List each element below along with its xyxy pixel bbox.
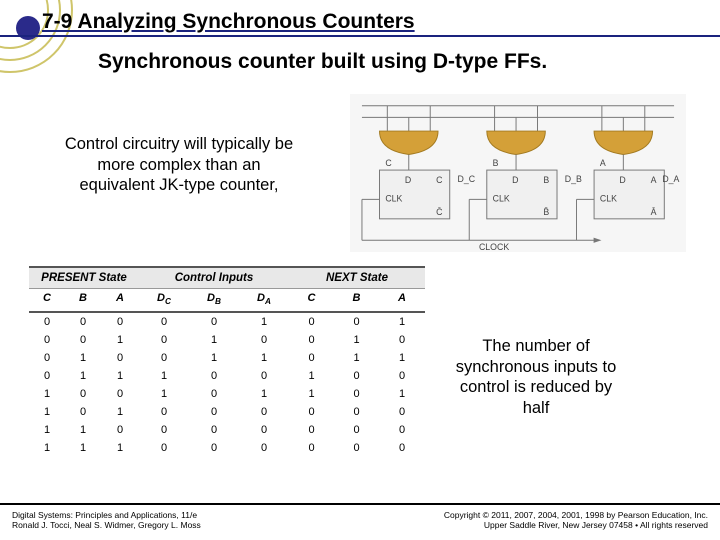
title-underline bbox=[0, 35, 720, 37]
svg-text:B: B bbox=[543, 175, 549, 185]
table-row: 100101101 bbox=[29, 385, 425, 403]
footer-divider bbox=[0, 503, 720, 505]
table-row: 001010010 bbox=[29, 331, 425, 349]
table-row: 110000000 bbox=[29, 421, 425, 439]
footer-copyright: Copyright © 2011, 2007, 2004, 2001, 1998… bbox=[444, 510, 708, 520]
group-header-present: PRESENT State bbox=[29, 268, 139, 288]
d-label-b: D_B bbox=[565, 174, 582, 184]
group-header-control: Control Inputs bbox=[139, 268, 289, 288]
svg-text:C̄: C̄ bbox=[436, 207, 442, 217]
note-right: The number of synchronous inputs to cont… bbox=[450, 336, 622, 419]
svg-text:D: D bbox=[512, 175, 518, 185]
footer-left: Digital Systems: Principles and Applicat… bbox=[12, 510, 201, 530]
svg-text:Ā: Ā bbox=[651, 207, 657, 217]
svg-text:CLK: CLK bbox=[493, 193, 510, 203]
table-row: 101000000 bbox=[29, 403, 425, 421]
state-table: PRESENT State Control Inputs NEXT State … bbox=[29, 266, 425, 457]
svg-text:A: A bbox=[651, 175, 657, 185]
table-row: 000001001 bbox=[29, 313, 425, 331]
circuit-diagram: C B A D D D CLK CLK CLK D_C D_B D_A C B … bbox=[348, 92, 688, 254]
svg-text:C: C bbox=[436, 175, 442, 185]
svg-text:B̄: B̄ bbox=[543, 207, 549, 217]
ff-label-a: A bbox=[600, 158, 606, 168]
ff-label-b: B bbox=[493, 158, 499, 168]
svg-text:CLK: CLK bbox=[385, 193, 402, 203]
title-band: 7-9 Analyzing Synchronous Counters bbox=[0, 6, 720, 38]
clock-label: CLOCK bbox=[479, 242, 509, 252]
group-header-next: NEXT State bbox=[289, 268, 425, 288]
ff-label-c: C bbox=[385, 158, 391, 168]
section-title: 7-9 Analyzing Synchronous Counters bbox=[42, 10, 415, 34]
svg-text:D: D bbox=[405, 175, 411, 185]
table-row: 010011011 bbox=[29, 349, 425, 367]
slide-subtitle: Synchronous counter built using D-type F… bbox=[98, 50, 547, 74]
note-left: Control circuitry will typically be more… bbox=[64, 134, 294, 196]
svg-text:D: D bbox=[619, 175, 625, 185]
table-row: 011100100 bbox=[29, 367, 425, 385]
table-row: 111000000 bbox=[29, 439, 425, 457]
table-column-headers: C B A DC DB DA C B A bbox=[29, 289, 425, 313]
footer-book-title: Digital Systems: Principles and Applicat… bbox=[12, 510, 201, 520]
table-group-headers: PRESENT State Control Inputs NEXT State bbox=[29, 266, 425, 289]
d-label-c: D_C bbox=[458, 174, 476, 184]
footer-address: Upper Saddle River, New Jersey 07458 • A… bbox=[444, 520, 708, 530]
svg-text:CLK: CLK bbox=[600, 193, 617, 203]
footer-authors: Ronald J. Tocci, Neal S. Widmer, Gregory… bbox=[12, 520, 201, 530]
d-label-a: D_A bbox=[662, 174, 679, 184]
footer-right: Copyright © 2011, 2007, 2004, 2001, 1998… bbox=[444, 510, 708, 530]
